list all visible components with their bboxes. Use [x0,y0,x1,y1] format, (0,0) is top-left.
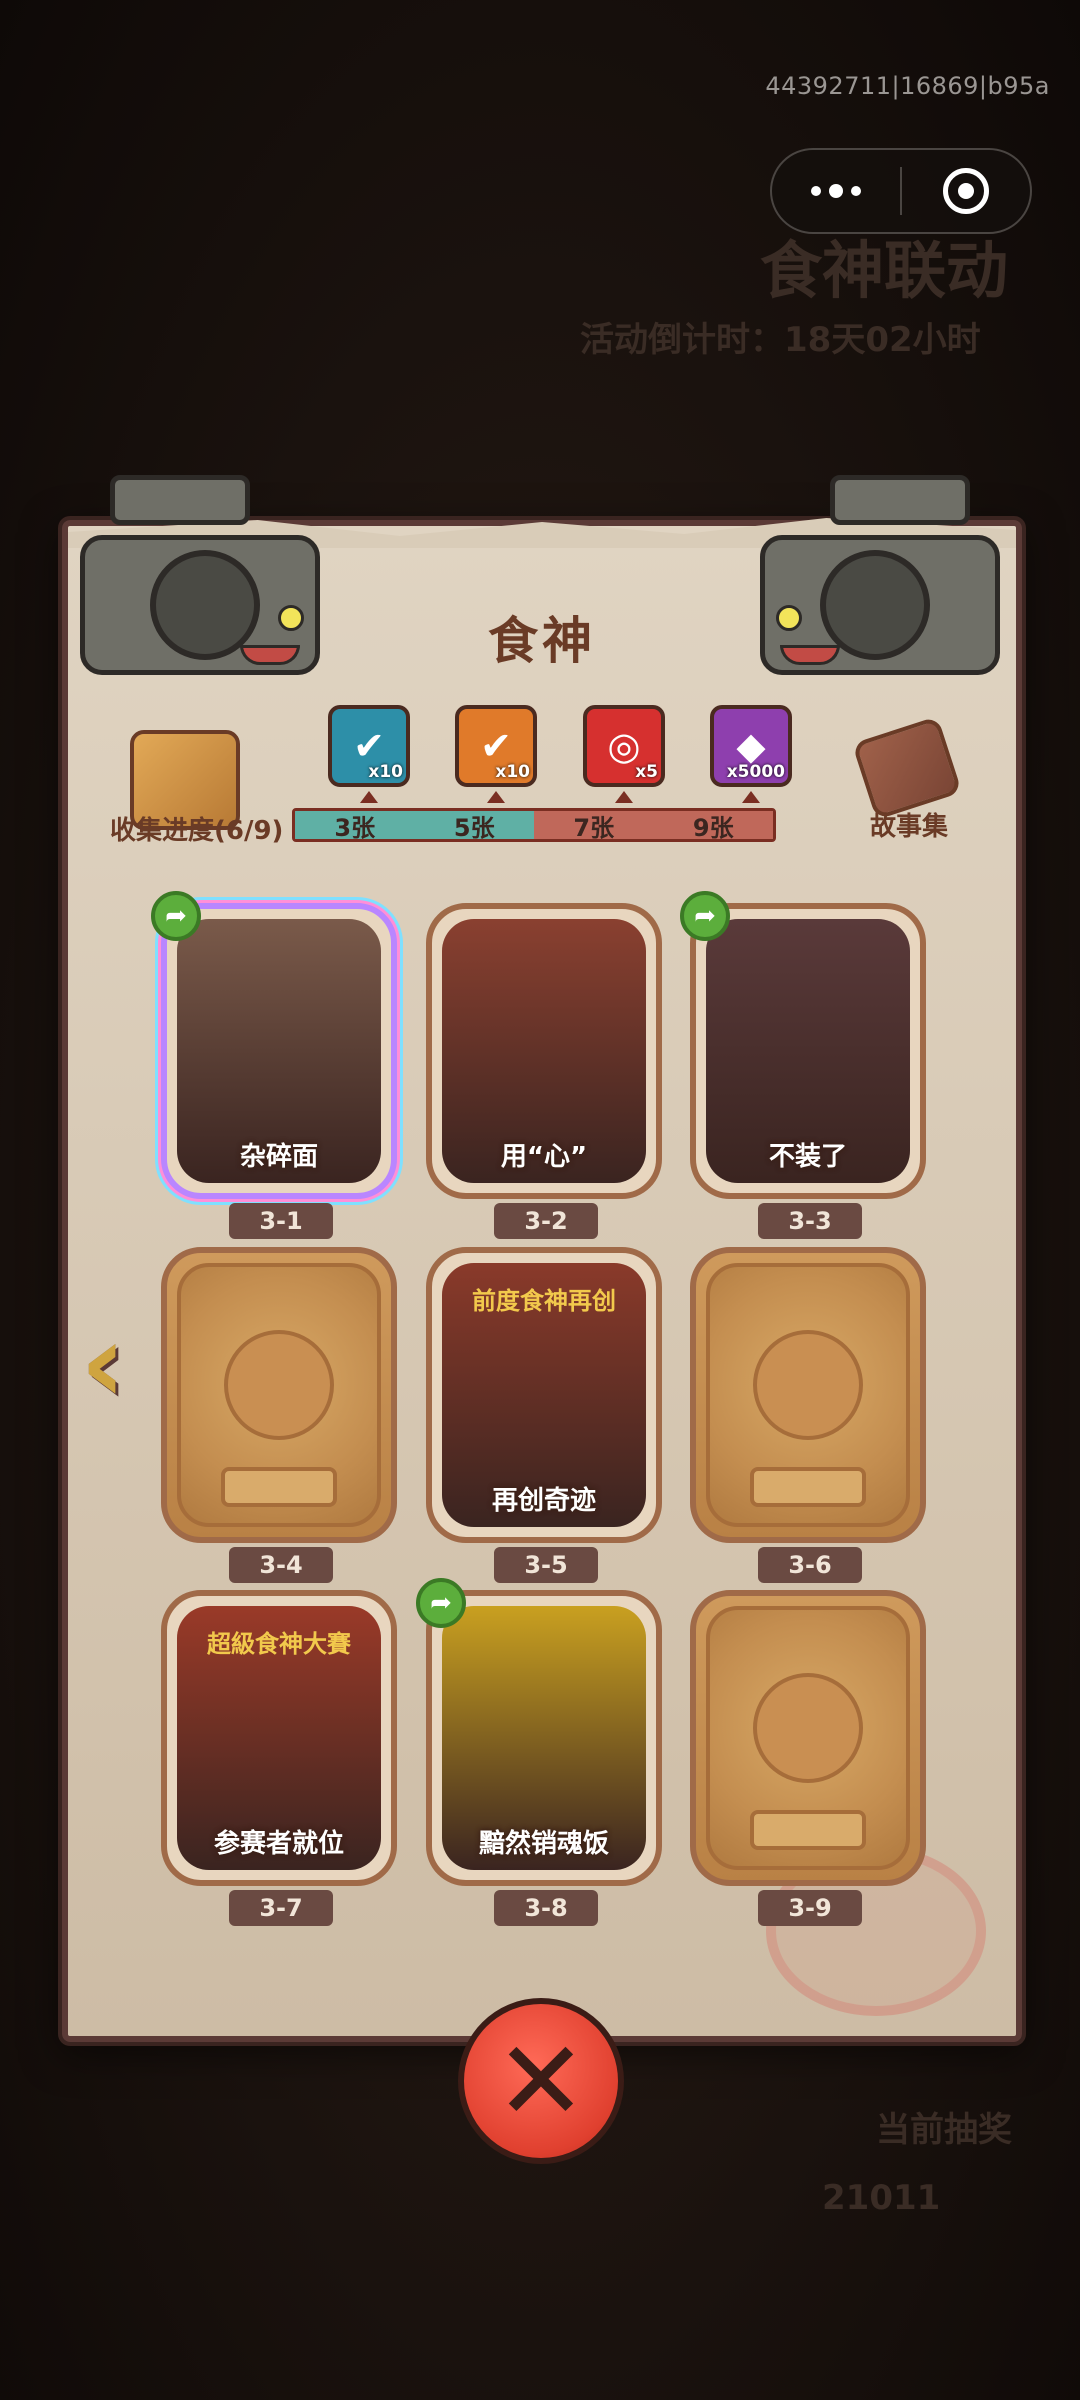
card-art-text: 前度食神再创 [472,1287,616,1315]
camera-mascot-right [700,455,1060,695]
camera-mascot-left [20,455,380,695]
card-title: 黯然销魂饭 [478,1829,609,1859]
chevron-left-icon: ‹ [80,1299,126,1427]
story-card[interactable]: 黯然销魂饭 ➦ 3-8 [416,1578,662,1926]
card-title: 再创奇迹 [491,1486,596,1516]
ribbon-banner [221,1467,337,1507]
chef-silhouette-icon [753,1672,863,1783]
ribbon-banner [750,1467,866,1507]
locked-emblem [706,1606,910,1870]
card-number: 3-2 [494,1203,598,1239]
story-card[interactable]: 3-9 [690,1590,926,1926]
coin-value: 21011 [822,2178,941,2218]
reward-qty: x5000 [726,762,785,782]
story-card[interactable]: 3-6 [690,1247,926,1583]
share-arrow-icon[interactable]: ➦ [680,891,730,941]
share-arrow-icon[interactable]: ➦ [416,1578,466,1628]
story-card[interactable]: 杂碎面 ➦ 3-1 [151,891,397,1239]
reward-item[interactable]: ✔ x10 [455,705,537,803]
milestone-segment: 7张 [534,811,654,839]
ribbon-banner [750,1810,866,1850]
reward-qty: x5 [635,762,658,782]
story-card[interactable]: 不装了 ➦ 3-3 [680,891,926,1239]
collection-progress: 收集进度(6/9) [110,816,284,846]
more-button[interactable] [772,150,900,232]
story-card[interactable]: 用“心” 3-2 [426,903,662,1239]
close-x-icon: ✕ [494,2017,588,2145]
card-title: 不装了 [768,1142,847,1172]
card-art: 前度食神再创 再创奇迹 [426,1247,662,1543]
bottom-draw-label: 当前抽奖 [876,2110,1012,2150]
card-number: 3-5 [494,1547,598,1583]
reward-item[interactable]: ◆ x5000 [710,705,792,803]
build-id: 44392711|16869|b95a [765,72,1050,100]
card-number: 3-1 [229,1203,333,1239]
story-label[interactable]: 故事集 [870,806,948,843]
prev-page-button[interactable]: ‹ [68,1308,138,1418]
exit-button[interactable] [902,150,1030,232]
milestone-segment: 5张 [414,811,534,839]
reward-item[interactable]: ◎ x5 [583,705,665,803]
locked-card [161,1247,397,1543]
target-circle-icon [943,168,989,214]
card-art-text: 超級食神大賽 [207,1630,351,1658]
card-art: 用“心” [426,903,662,1199]
locked-card [690,1247,926,1543]
locked-emblem [706,1263,910,1527]
card-number: 3-4 [229,1547,333,1583]
reward-item[interactable]: ✔ x10 [328,705,410,803]
milestone-marker [487,791,505,803]
milestone-segment: 3张 [295,811,415,839]
milestone-marker [360,791,378,803]
card-title: 用“心” [500,1142,588,1172]
milestone-progress-bar: 3张 5张 7张 9张 [292,808,776,842]
card-art: 超級食神大賽 参赛者就位 [161,1590,397,1886]
event-countdown: 活动倒计时：18天02小时 [580,320,981,360]
milestone-marker [615,791,633,803]
card-title: 参赛者就位 [213,1829,344,1859]
card-title: 杂碎面 [239,1142,318,1172]
milestone-marker [742,791,760,803]
card-number: 3-3 [758,1203,862,1239]
locked-card [690,1590,926,1886]
card-number: 3-6 [758,1547,862,1583]
game-screen: 食神联动 活动倒计时：18天02小时 当前抽奖 21011 44392711|1… [0,0,1080,2400]
share-arrow-icon[interactable]: ➦ [151,891,201,941]
locked-emblem [177,1263,381,1527]
close-button[interactable]: ✕ [458,1998,624,2164]
reward-qty: x10 [495,762,530,782]
chef-silhouette-icon [224,1329,334,1440]
card-art: 黯然销魂饭 [426,1590,662,1886]
card-art: 不装了 [690,903,926,1199]
milestone-segment: 9张 [653,811,773,839]
card-number: 3-8 [494,1890,598,1926]
chef-silhouette-icon [753,1329,863,1440]
mini-program-capsule [770,148,1032,234]
card-art: 杂碎面 [161,903,397,1199]
story-card[interactable]: 3-4 [161,1247,397,1583]
reward-qty: x10 [368,762,403,782]
story-card[interactable]: 超級食神大賽 参赛者就位 3-7 [161,1590,397,1926]
card-number: 3-9 [758,1890,862,1926]
more-dots-icon [811,184,861,198]
card-number: 3-7 [229,1890,333,1926]
story-card[interactable]: 前度食神再创 再创奇迹 3-5 [426,1247,662,1583]
